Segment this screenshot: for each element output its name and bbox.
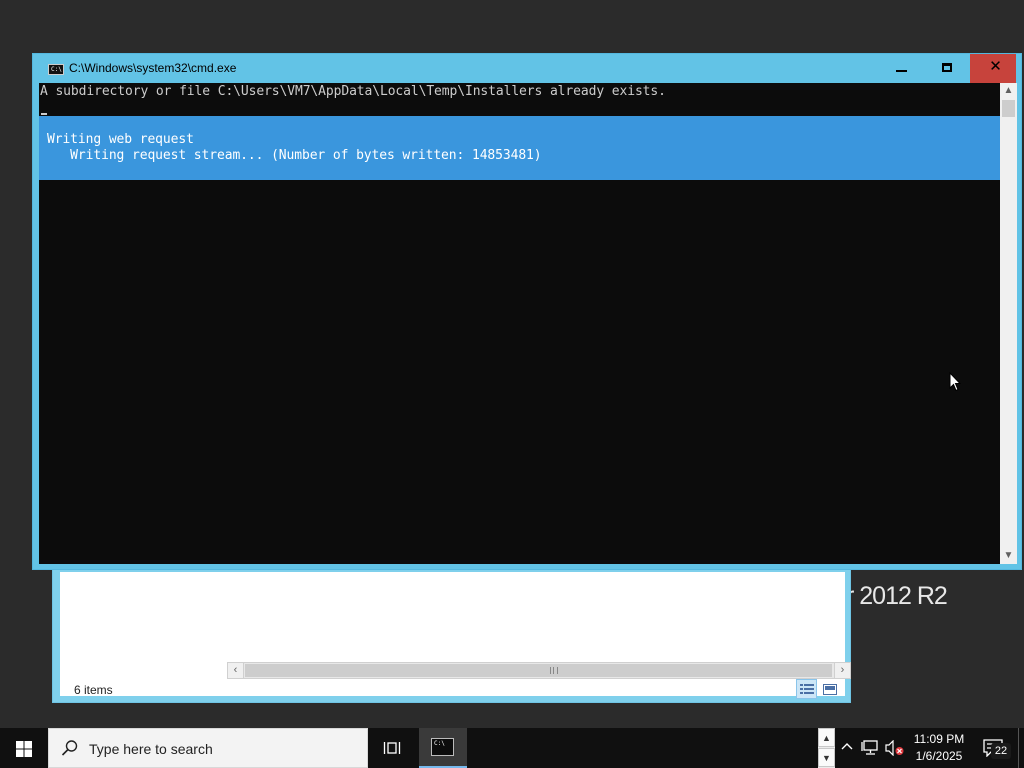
taskbar: Type here to search C:\ ▲ ▼ 11:09 PM 1/6… xyxy=(0,728,1024,768)
mouse-pointer-icon xyxy=(949,372,961,392)
text-cursor xyxy=(41,113,47,115)
close-icon: ✕ xyxy=(989,58,1002,75)
cmd-titlebar[interactable]: C:\ C:\Windows\system32\cmd.exe ✕ xyxy=(33,54,1021,83)
desktop-os-watermark: r 2012 R2 xyxy=(846,582,948,610)
action-center-button[interactable]: 22 xyxy=(978,728,1014,768)
minimize-icon xyxy=(896,70,907,72)
explorer-content-pane[interactable]: ‹ › 6 items xyxy=(60,572,851,699)
details-view-button[interactable] xyxy=(796,679,817,699)
cmd-icon-text: C:\ xyxy=(434,740,445,747)
cmd-icon: C:\ xyxy=(431,738,454,756)
chevron-up-icon xyxy=(841,743,853,750)
cmd-app-icon[interactable]: C:\ xyxy=(48,64,64,75)
task-view-icon xyxy=(383,742,401,754)
scrollbar-thumb[interactable] xyxy=(1002,100,1015,117)
chevron-down-icon[interactable]: ▼ xyxy=(818,748,835,767)
explorer-status-bar: 6 items xyxy=(60,679,845,699)
large-icons-view-button[interactable] xyxy=(819,679,840,699)
console-output-area[interactable]: A subdirectory or file C:\Users\VM7\AppD… xyxy=(39,83,1000,564)
window-title: C:\Windows\system32\cmd.exe xyxy=(69,61,237,75)
search-icon xyxy=(61,740,78,756)
show-desktop-button[interactable] xyxy=(1018,728,1024,768)
taskbar-cmd-button[interactable]: C:\ xyxy=(419,728,467,768)
maximize-icon xyxy=(942,63,952,72)
start-button[interactable] xyxy=(0,728,48,768)
windows-logo-icon xyxy=(16,741,32,757)
network-icon xyxy=(861,740,878,755)
cmd-app-icon-text: C:\ xyxy=(51,66,62,73)
large-icons-view-icon xyxy=(823,684,837,695)
chevron-up-icon[interactable]: ▲ xyxy=(818,728,835,747)
task-view-button[interactable] xyxy=(372,728,412,768)
explorer-horizontal-scrollbar[interactable]: ‹ › xyxy=(227,662,851,679)
clock-date: 1/6/2025 xyxy=(915,749,963,763)
show-hidden-icons-button[interactable] xyxy=(838,728,856,768)
search-placeholder: Type here to search xyxy=(89,741,213,757)
taskbar-clock[interactable]: 11:09 PM 1/6/2025 xyxy=(908,731,970,765)
progress-banner: Writing web request Writing request stre… xyxy=(39,116,1000,180)
clock-time: 11:09 PM xyxy=(913,732,965,746)
taskbar-scroll-control[interactable]: ▲ ▼ xyxy=(818,728,835,768)
console-line: A subdirectory or file C:\Users\VM7\AppD… xyxy=(40,84,666,99)
chevron-up-icon[interactable]: ▲ xyxy=(1000,83,1017,99)
taskbar-search-box[interactable]: Type here to search xyxy=(48,728,368,768)
progress-activity: Writing web request xyxy=(47,132,194,147)
volume-tray-button[interactable] xyxy=(884,728,906,768)
details-view-icon xyxy=(800,684,814,694)
grip-icon xyxy=(550,667,558,674)
notification-count-badge: 22 xyxy=(991,743,1011,759)
cmd-window[interactable]: C:\ C:\Windows\system32\cmd.exe ✕ A subd… xyxy=(32,53,1022,570)
close-button[interactable]: ✕ xyxy=(970,54,1016,83)
item-count-label: 6 items xyxy=(74,683,113,697)
progress-status: Writing request stream... (Number of byt… xyxy=(47,148,542,163)
chevron-right-icon[interactable]: › xyxy=(834,663,850,678)
chevron-left-icon[interactable]: ‹ xyxy=(228,663,244,678)
scrollbar-thumb[interactable] xyxy=(245,664,832,677)
network-tray-button[interactable] xyxy=(860,728,882,768)
speaker-muted-icon xyxy=(885,740,904,756)
chevron-down-icon[interactable]: ▼ xyxy=(1000,548,1017,564)
file-explorer-window[interactable]: ‹ › 6 items xyxy=(52,566,851,703)
console-vertical-scrollbar[interactable]: ▲ ▼ xyxy=(1000,83,1017,564)
minimize-button[interactable] xyxy=(878,54,924,83)
maximize-button[interactable] xyxy=(924,54,970,83)
